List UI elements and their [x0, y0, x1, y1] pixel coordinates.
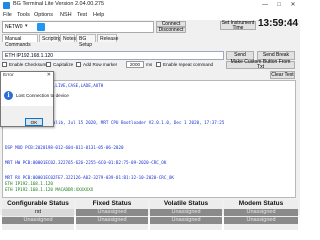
- add-row-marker-checkbox[interactable]: [76, 62, 81, 67]
- enable-repeat-checkbox[interactable]: [156, 62, 161, 67]
- minimize-button[interactable]: —: [258, 0, 272, 11]
- error-dialog: Error ✕ i Lost Connection to device OK: [0, 71, 69, 127]
- menu-file[interactable]: File: [3, 12, 12, 18]
- menu-help[interactable]: Help: [93, 12, 104, 18]
- tab-release[interactable]: Release: [97, 34, 118, 42]
- configurable-status-title: Configurable Status: [7, 200, 69, 207]
- menu-nsh[interactable]: NSH: [60, 12, 72, 18]
- capitalize-label: Capitalize: [53, 62, 74, 67]
- tab-notes[interactable]: Notes: [60, 34, 76, 42]
- ms-unit-label: ms: [146, 62, 153, 67]
- menu-options[interactable]: Options: [34, 12, 53, 18]
- close-button[interactable]: ✕: [286, 0, 300, 11]
- modem-status-value: Unassigned: [224, 217, 298, 224]
- dialog-close-icon[interactable]: ✕: [47, 72, 51, 78]
- enable-checksum-checkbox[interactable]: [2, 62, 7, 67]
- terminal-line: ETH IP192.168.1.120 MACADDR:XXXXXXX: [5, 187, 94, 192]
- title-bar: BG Terminal Lite Version 2.04.00.275 — □…: [0, 0, 300, 11]
- fixed-status-title: Fixed Status: [92, 200, 132, 207]
- terminal-line: MRT RX PCB:00001EC02FE7.322126-A02-3279-…: [5, 175, 174, 180]
- ok-button[interactable]: OK: [25, 118, 43, 126]
- dialog-title: Error: [3, 73, 14, 78]
- add-row-marker-label: Add Row marker: [83, 62, 118, 67]
- capitalize-checkbox[interactable]: [46, 62, 51, 67]
- menu-bar: File Tools Options NSH Test Help: [0, 11, 300, 20]
- port-selector[interactable]: NETW0 ▾: [2, 21, 154, 33]
- usb-icon: [37, 23, 45, 31]
- port-label: NETW0: [5, 24, 23, 30]
- configurable-status-value: Unassigned: [2, 217, 74, 224]
- command-input[interactable]: ETH IP192.168.1.120: [2, 51, 224, 60]
- make-custom-button[interactable]: Make Custom Button From Txt: [226, 60, 295, 70]
- fixed-status-panel: Fixed Status Unassigned Unassigned: [76, 200, 148, 230]
- chevron-down-icon[interactable]: ▾: [25, 23, 33, 31]
- tab-bg-setup[interactable]: BG Setup: [76, 34, 96, 48]
- configurable-status-value: rst: [2, 209, 74, 216]
- repeat-interval-input[interactable]: 2000: [126, 61, 144, 68]
- window-title: BG Terminal Lite Version 2.04.00.275: [13, 1, 105, 7]
- set-instrument-time-button[interactable]: Set Instrument Time: [220, 20, 256, 30]
- menu-test[interactable]: Test: [77, 12, 87, 18]
- modem-status-panel: Modem Status Unassigned Unassigned: [224, 200, 298, 230]
- dialog-message: Lost Connection to device: [16, 93, 69, 98]
- tab-scripting[interactable]: Scripting: [39, 34, 61, 42]
- terminal-line: DSP MOD PCB:2020198-012-604-011-0131-05-…: [5, 145, 124, 150]
- tab-manual-commands[interactable]: Manual Commands: [2, 34, 38, 48]
- configurable-status-panel: Configurable Status rst Unassigned: [2, 200, 74, 230]
- volatile-status-title: Volatile Status: [163, 200, 209, 207]
- menu-tools[interactable]: Tools: [17, 12, 30, 18]
- fixed-status-value: Unassigned: [76, 217, 148, 224]
- main-window: BG Terminal Lite Version 2.04.00.275 — □…: [0, 0, 300, 230]
- modem-status-title: Modem Status: [238, 200, 284, 207]
- fixed-status-value: Unassigned: [76, 209, 148, 216]
- modem-status-value: Unassigned: [224, 209, 298, 216]
- app-icon: [3, 2, 10, 9]
- disconnect-button[interactable]: Disconnect: [156, 27, 186, 33]
- enable-repeat-label: Enable repeat command: [163, 62, 214, 67]
- clock-display: 13:59:44: [258, 18, 299, 29]
- enable-checksum-label: Enable Checksum: [9, 62, 47, 67]
- clear-text-button[interactable]: Clear Text: [270, 71, 295, 79]
- terminal-line: MRT HW PCB:00001EC02.322765-626-2255-6C0…: [5, 160, 167, 165]
- info-icon: i: [4, 91, 13, 100]
- volatile-status-panel: Volatile Status Unassigned Unassigned: [150, 200, 222, 230]
- volatile-status-value: Unassigned: [150, 217, 222, 224]
- terminal-line: ETH IP192.168.1.120: [5, 181, 53, 186]
- volatile-status-value: Unassigned: [150, 209, 222, 216]
- maximize-button[interactable]: □: [272, 0, 286, 11]
